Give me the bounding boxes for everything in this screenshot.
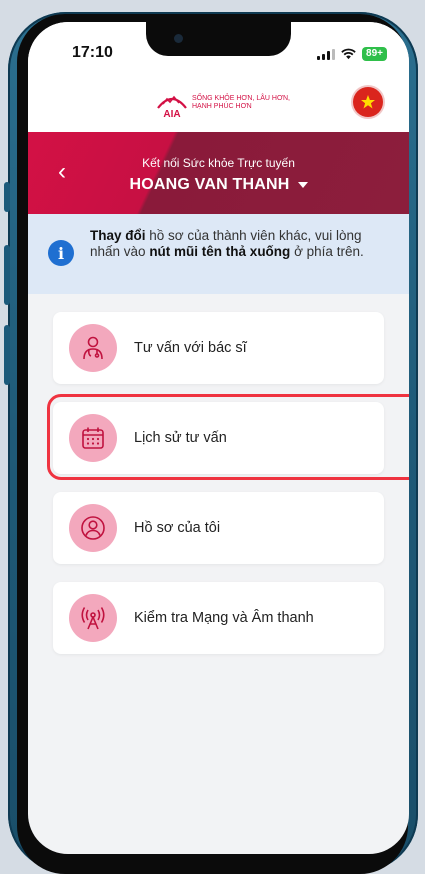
logo-tagline: SỐNG KHỎE HƠN, LÂU HƠN, HẠNH PHÚC HƠN: [192, 95, 290, 111]
user-profile-icon: [69, 504, 117, 552]
menu-item-my-profile[interactable]: Hồ sơ của tôi: [53, 492, 384, 564]
menu-item-consult-history[interactable]: Lịch sử tư vấn: [47, 394, 409, 480]
info-notice: i Thay đổi hồ sơ của thành viên khác, vu…: [28, 214, 409, 294]
menu-item-consult-doctor[interactable]: Tư vấn với bác sĩ: [53, 312, 384, 384]
menu-label: Kiểm tra Mạng và Âm thanh: [134, 610, 314, 626]
banner-subtitle: Kết nối Sức khỏe Trực tuyến: [142, 156, 295, 170]
status-bar: 17:10 89+: [28, 22, 409, 82]
wifi-icon: [341, 48, 356, 60]
caret-down-icon: [297, 181, 308, 188]
aia-logo-icon: AIA: [157, 95, 187, 120]
logo-tagline-line2: HẠNH PHÚC HƠN: [192, 103, 252, 110]
menu-label: Tư vấn với bác sĩ: [134, 340, 247, 356]
member-name: HOANG VAN THANH: [129, 176, 290, 193]
notch: [146, 22, 291, 56]
menu-label: Hồ sơ của tôi: [134, 520, 221, 536]
vietnam-flag-icon[interactable]: [353, 87, 383, 117]
status-time: 17:10: [72, 44, 113, 61]
aia-logo-wordmark: AIA: [163, 109, 180, 120]
status-icons: 89+: [317, 47, 387, 61]
side-button: [4, 182, 10, 212]
side-button: [4, 325, 10, 385]
phone-screen: 17:10 89+ AIA SỐNG KHỎE HƠN, LÂU HƠN, HẠ…: [28, 22, 409, 854]
doctor-icon: [69, 324, 117, 372]
side-button: [4, 245, 10, 305]
info-bold-2: nút mũi tên thả xuống: [149, 244, 291, 259]
calendar-icon: [69, 414, 117, 462]
network-antenna-icon: [69, 594, 117, 642]
info-text-2: ở phía trên.: [290, 244, 364, 259]
aia-logo: AIA SỐNG KHỎE HƠN, LÂU HƠN, HẠNH PHÚC HƠ…: [155, 86, 290, 120]
profile-banner: ‹ Kết nối Sức khỏe Trực tuyến HOANG VAN …: [28, 132, 409, 214]
menu-label: Lịch sử tư vấn: [134, 430, 227, 446]
app-header: AIA SỐNG KHỎE HƠN, LÂU HƠN, HẠNH PHÚC HƠ…: [28, 82, 409, 132]
info-icon: i: [48, 240, 74, 266]
battery-indicator: 89+: [362, 47, 387, 61]
star-icon: [361, 95, 375, 109]
info-text: Thay đổi hồ sơ của thành viên khác, vui …: [90, 228, 390, 260]
menu-item-network-audio-check[interactable]: Kiểm tra Mạng và Âm thanh: [53, 582, 384, 654]
member-selector[interactable]: HOANG VAN THANH: [28, 176, 409, 194]
info-bold-1: Thay đổi: [90, 228, 146, 243]
signal-icon: [317, 48, 336, 60]
logo-tagline-line1: SỐNG KHỎE HƠN, LÂU HƠN,: [192, 95, 290, 102]
camera-icon: [174, 34, 183, 43]
